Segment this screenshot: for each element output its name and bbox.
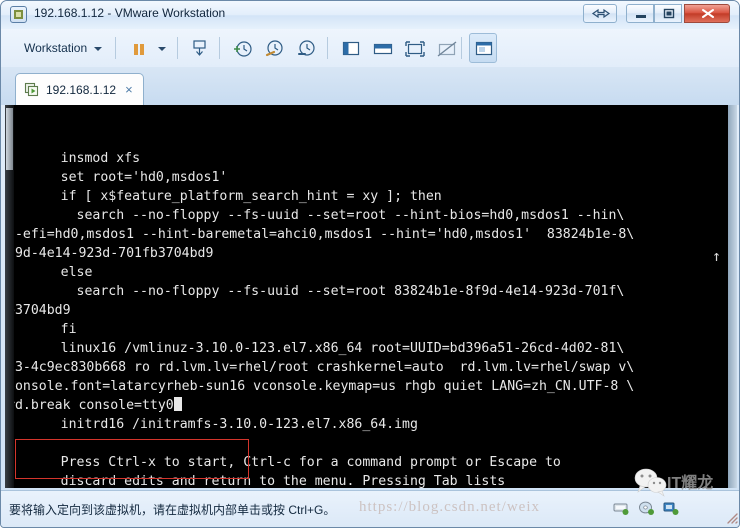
vm-power-on-icon [24,82,40,98]
fullscreen-button[interactable] [399,33,429,63]
unity-mode-button[interactable] [431,33,461,63]
console-line: fi [13,322,77,337]
vmware-app-icon [10,6,27,23]
chevron-down-icon [158,47,166,51]
status-message: 要将输入定向到该虚拟机，请在虚拟机内部单击或按 Ctrl+G。 [9,503,336,517]
console-scrollbar-thumb[interactable] [6,108,13,170]
hard-disk-icon[interactable] [613,501,630,516]
show-library-button[interactable] [335,33,365,63]
power-dropdown-button[interactable] [151,33,171,63]
vm-tab-label: 192.168.1.12 [46,82,117,97]
workstation-menu-label: Workstation [24,41,88,55]
console-line: else [13,265,93,280]
clock-revert-icon [260,34,288,62]
console-line: if [ x$feature_platform_search_hint = xy… [13,189,442,204]
toolbar-separator [461,37,462,59]
title-bar: 192.168.1.12 - VMware Workstation [1,1,739,30]
toolbar-separator [219,37,220,59]
window-title: 192.168.1.12 - VMware Workstation [34,6,226,20]
toolbar-separator [177,37,178,59]
console-scrollbar[interactable] [5,105,14,488]
resize-arrows-icon [584,5,616,22]
console-line: t-efi=hd0,msdos1 --hint-baremetal=ahci0,… [7,227,635,242]
library-panel-icon [336,34,364,62]
vm-console-screen[interactable]: insmod xfs set root='hd0,msdos1' if [ x$… [5,105,737,488]
cd-dvd-icon[interactable] [638,501,655,516]
console-edit-line: rd.break console=tty0 [7,396,182,416]
snapshot-icon [186,34,212,62]
console-line: set root='hd0,msdos1' [13,170,228,185]
maximize-button[interactable] [654,4,682,23]
snapshot-manager-button[interactable] [185,33,213,63]
close-button[interactable] [684,4,730,23]
console-view-button[interactable] [367,33,397,63]
console-line: linux16 /vmlinuz-3.10.0-123.el7.x86_64 r… [13,341,625,356]
console-line: search --no-floppy --fs-uuid --set=root … [13,284,625,299]
maximize-icon [655,5,681,22]
clock-plus-icon [228,34,256,62]
grub-edit-screen: insmod xfs set root='hd0,msdos1' if [ x$… [5,105,737,488]
take-snapshot-button[interactable] [227,33,257,63]
console-line: a3-4c9ec830b668 ro rd.lvm.lv=rhel/root c… [7,360,635,375]
console-line: search --no-floppy --fs-uuid --set=root … [13,208,625,223]
console-help-line: discard edits and return to the menu. Pr… [13,474,506,488]
scroll-up-indicator: ↑ [711,247,721,265]
revert-snapshot-button[interactable] [259,33,289,63]
minimize-button[interactable] [626,4,654,23]
show-thumbnails-button[interactable] [469,33,497,63]
vm-tab-192-168-1-12[interactable]: 192.168.1.12 × [15,73,144,105]
console-view-icon [368,34,396,62]
console-line: console.font=latarcyrheb-sun16 vconsole.… [7,379,635,394]
fullscreen-icon [400,34,428,62]
chevron-down-icon [94,47,102,51]
console-help-line: Press Ctrl-x to start, Ctrl-c for a comm… [13,455,561,470]
vmware-workstation-window: 192.168.1.12 - VMware Workstation Workst… [0,0,740,528]
unity-disabled-icon [432,34,460,62]
console-line: initrd16 /initramfs-3.10.0-123.el7.x86_6… [13,417,418,432]
blog-url-watermark: https://blog.csdn.net/weix [359,499,540,515]
console-line: insmod xfs [13,151,141,166]
console-right-edge [728,105,737,488]
thumbnail-bar-icon [470,34,496,62]
console-edit-text: rd.break console=tty0 [7,398,174,413]
vm-tab-strip: 192.168.1.12 × [1,67,739,105]
manage-snapshots-button[interactable] [291,33,321,63]
toolbar-separator [327,37,328,59]
pause-icon [126,34,150,62]
close-icon[interactable]: × [125,83,133,96]
console-line: f9d-4e14-923d-701fb3704bd9 [7,246,214,261]
clock-manage-icon [292,34,320,62]
minimize-icon [627,5,653,22]
console-line: b3704bd9 [7,303,71,318]
close-icon [685,5,729,22]
network-adapter-icon[interactable] [663,501,680,516]
resize-grip-icon[interactable] [724,510,738,524]
text-cursor [173,397,182,411]
toolbar-separator [115,37,116,59]
suspend-button[interactable] [125,33,151,63]
resize-window-button[interactable] [583,4,617,23]
workstation-menu-button[interactable]: Workstation [13,33,109,63]
main-toolbar: Workstation [1,29,739,68]
author-watermark: IT耀龙 [667,475,714,492]
